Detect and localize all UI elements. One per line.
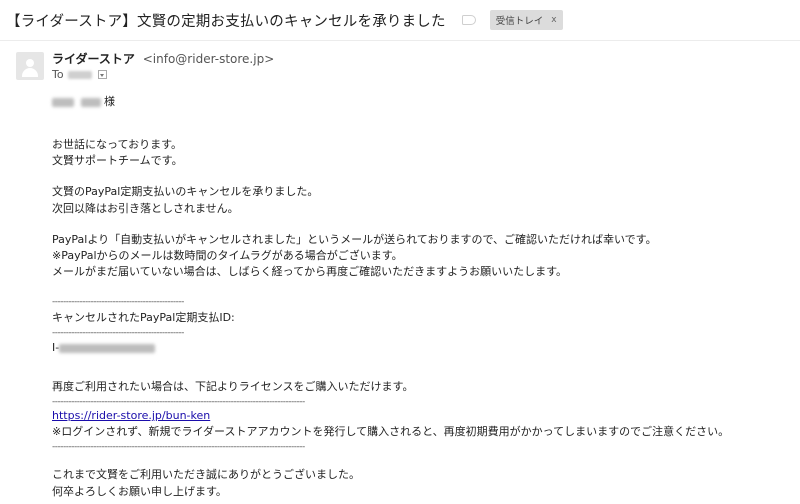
divider: ----------------------------------------… xyxy=(52,442,305,452)
body-line: 再度ご利用されたい場合は、下記よりライセンスをご購入いただけます。 xyxy=(52,380,414,393)
remove-label-icon[interactable]: x xyxy=(551,15,556,25)
show-details-dropdown-icon[interactable] xyxy=(97,70,107,79)
body-line: お世話になっております。 xyxy=(52,138,183,151)
inbox-label-chip[interactable]: 受信トレイ x xyxy=(489,10,563,30)
body-line: 文賢サポートチームです。 xyxy=(52,154,183,167)
inbox-label-text: 受信トレイ xyxy=(495,16,544,27)
body-line: 何卒よろしくお願い申し上げます。 xyxy=(52,485,227,498)
person-icon-head xyxy=(26,59,34,67)
sender-name[interactable]: ライダーストア xyxy=(52,52,135,66)
body-line: メールがまだ届いていない場合は、しばらく経ってから再度ご確認いただきますようお願… xyxy=(52,265,568,278)
recipient-line: To xyxy=(52,68,107,81)
body-line: これまで文賢をご利用いただき誠にありがとうございました。 xyxy=(52,468,360,481)
body-line: 文賢のPayPal定期支払いのキャンセルを承りました。 xyxy=(52,185,319,198)
body-line: PayPalより「自動支払いがキャンセルされました」というメールが送られておりま… xyxy=(52,233,657,246)
divider: ----------------------------------------… xyxy=(52,297,184,307)
redacted-name-part xyxy=(52,97,74,107)
body-line: 次回以降はお引き落としされません。 xyxy=(52,202,239,215)
sender-email: <info@rider-store.jp> xyxy=(142,52,275,66)
divider: ----------------------------------------… xyxy=(52,397,305,407)
body-line: ※PayPalからのメールは数時間のタイムラグがある場合がございます。 xyxy=(52,249,403,262)
salutation: 様 xyxy=(52,95,115,109)
person-icon-body xyxy=(22,68,38,77)
body-line: ※ログインされず、新規でライダーストアアカウントを発行して購入されると、再度初期… xyxy=(52,425,730,438)
subject-bar: 【ライダーストア】文賢の定期お支払いのキャンセルを承りました 受信トレイ x xyxy=(0,0,800,41)
salutation-suffix: 様 xyxy=(104,95,115,108)
purchase-link[interactable]: https://rider-store.jp/bun-ken xyxy=(52,409,210,423)
to-prefix: To xyxy=(52,68,64,81)
cancel-id-label: キャンセルされたPayPal定期支払ID: xyxy=(52,311,235,324)
email-subject: 【ライダーストア】文賢の定期お支払いのキャンセルを承りました xyxy=(6,13,446,30)
sender-header: ライダーストア <info@rider-store.jp> To xyxy=(0,48,800,88)
label-tag-icon[interactable] xyxy=(461,15,476,25)
cancel-id-value: I- xyxy=(52,341,156,355)
divider: ----------------------------------------… xyxy=(52,328,184,338)
sender-avatar[interactable] xyxy=(16,52,44,80)
redacted-name-part xyxy=(80,97,101,107)
redacted-recipient xyxy=(67,70,92,79)
redacted-subscription-id xyxy=(59,343,156,353)
id-prefix: I- xyxy=(52,341,60,354)
sender-line: ライダーストア <info@rider-store.jp> xyxy=(52,50,274,67)
